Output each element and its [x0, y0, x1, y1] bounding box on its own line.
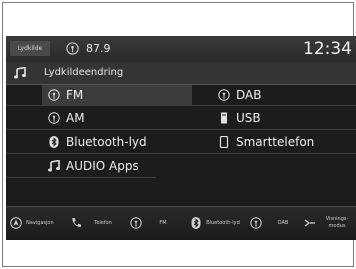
row-divider — [6, 105, 356, 106]
bluetooth-audio-label: Bluetooth-lyd — [206, 219, 240, 226]
navigation-icon — [10, 217, 22, 229]
music-note-icon — [14, 67, 26, 79]
fm-label: FM — [159, 219, 167, 226]
source-label: AUDIO Apps — [66, 159, 139, 173]
row-divider — [6, 153, 356, 154]
bluetooth-audio-button[interactable]: Bluetooth-lyd — [190, 207, 244, 240]
radio-icon — [48, 112, 60, 124]
current-frequency: 87.9 — [86, 42, 111, 55]
smartphone-icon — [219, 136, 229, 148]
page-header: Lydkildeendring — [6, 62, 356, 85]
source-list: FM AM Bluetooth-lyd AUDIO Apps DAB USB S… — [6, 85, 356, 207]
display-mode-label: Visnings-modus — [325, 216, 349, 229]
display-mode-icon — [304, 219, 315, 227]
dab-label: DAB — [277, 219, 289, 226]
dab-button[interactable]: DAB — [250, 207, 300, 240]
source-fm[interactable]: FM — [42, 85, 192, 105]
radio-icon — [130, 217, 142, 229]
navigation-button[interactable]: Navigasjon — [10, 207, 64, 240]
page-title: Lydkildeendring — [44, 67, 124, 78]
navigation-label: Navigasjon — [26, 219, 54, 226]
radio-icon — [66, 42, 79, 55]
row-divider — [6, 177, 156, 178]
radio-icon — [48, 89, 60, 101]
source-smartphone[interactable]: Smarttelefon — [212, 132, 352, 152]
radio-icon — [218, 89, 230, 101]
audio-source-screen: Lydkilde 87.9 12:34 Lydkildeendring FM A… — [6, 36, 356, 240]
source-label: FM — [66, 88, 84, 102]
source-bluetooth-audio[interactable]: Bluetooth-lyd — [42, 132, 192, 152]
source-usb[interactable]: USB — [212, 108, 352, 128]
row-divider — [6, 129, 356, 130]
source-dab[interactable]: DAB — [212, 85, 352, 105]
clock: 12:34 — [303, 39, 352, 59]
source-label: AM — [66, 111, 85, 125]
phone-label: Telefon — [94, 219, 112, 226]
phone-icon — [72, 218, 81, 227]
bottom-shortcut-bar: Navigasjon Telefon FM Bluetooth-lyd DAB … — [6, 206, 356, 240]
music-note-icon — [48, 160, 60, 172]
source-label: Smarttelefon — [236, 135, 315, 149]
audio-source-chip[interactable]: Lydkilde — [10, 41, 50, 56]
source-label: USB — [236, 111, 261, 125]
source-label: Bluetooth-lyd — [66, 135, 147, 149]
fm-button[interactable]: FM — [130, 207, 184, 240]
usb-icon — [221, 112, 227, 124]
display-mode-button[interactable]: Visnings-modus — [304, 207, 356, 240]
bluetooth-icon — [191, 217, 201, 229]
source-am[interactable]: AM — [42, 108, 192, 128]
source-label: DAB — [236, 88, 262, 102]
bluetooth-icon — [49, 136, 59, 148]
source-audio-apps[interactable]: AUDIO Apps — [42, 156, 192, 176]
phone-button[interactable]: Telefon — [70, 207, 124, 240]
status-bar: Lydkilde 87.9 12:34 — [6, 36, 356, 62]
radio-icon — [250, 217, 262, 229]
